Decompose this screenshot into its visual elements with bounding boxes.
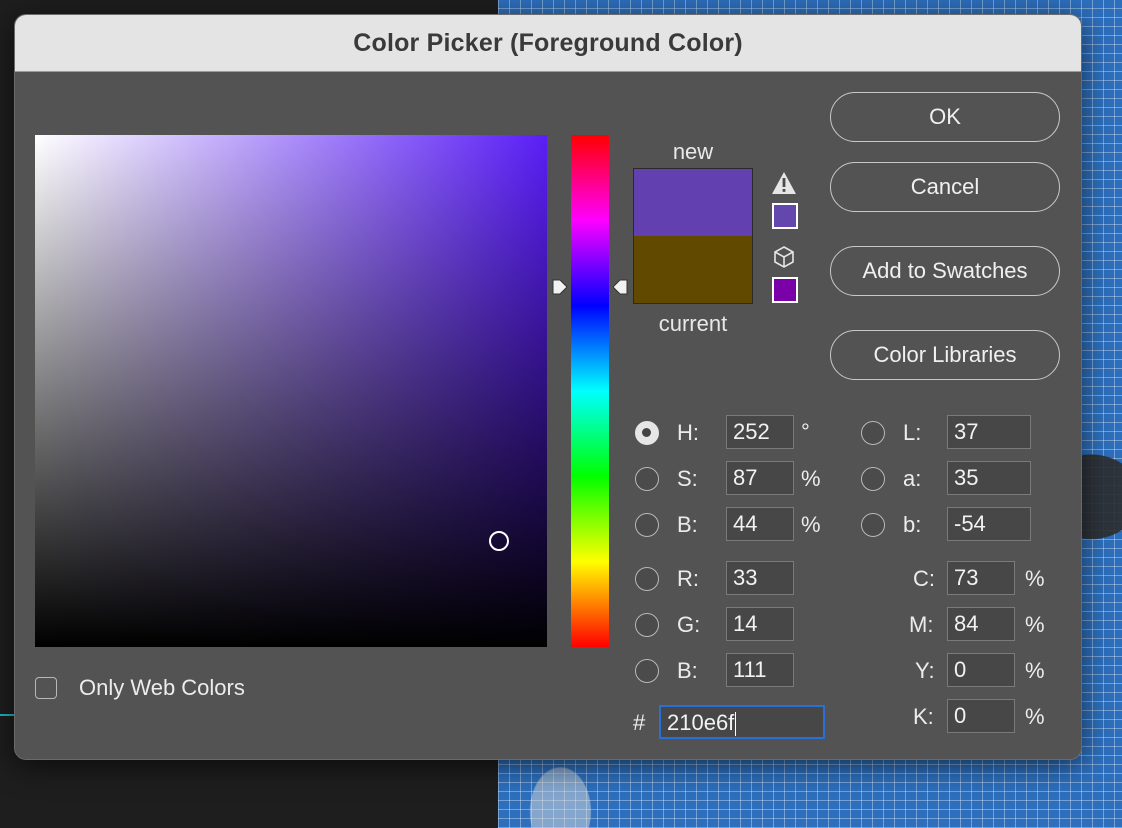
cyan-label: C: [913, 566, 935, 591]
new-color-swatch [633, 168, 753, 236]
blue-input[interactable]: 111 [726, 653, 794, 687]
black-input[interactable]: 0 [947, 699, 1015, 733]
lightness-input[interactable]: 37 [947, 415, 1031, 449]
gamut-correction-swatch[interactable] [772, 203, 798, 229]
add-to-swatches-button[interactable]: Add to Swatches [830, 246, 1060, 296]
ok-button[interactable]: OK [830, 92, 1060, 142]
hue-label: H: [677, 420, 699, 445]
radio-brightness[interactable] [635, 513, 659, 537]
only-web-colors-checkbox[interactable] [35, 677, 57, 699]
cyan-input[interactable]: 73 [947, 561, 1015, 595]
magenta-input[interactable]: 84 [947, 607, 1015, 641]
brightness-label: B: [677, 512, 698, 537]
hue-unit: ° [801, 419, 810, 444]
b-channel-input[interactable]: -54 [947, 507, 1031, 541]
blue-label: B: [677, 658, 698, 683]
radio-green[interactable] [635, 613, 659, 637]
a-channel-input[interactable]: 35 [947, 461, 1031, 495]
yellow-unit: % [1025, 658, 1045, 683]
radio-blue[interactable] [635, 659, 659, 683]
yellow-label: Y: [915, 658, 935, 683]
red-label: R: [677, 566, 699, 591]
hue-slider[interactable] [571, 135, 609, 647]
yellow-input[interactable]: 0 [947, 653, 1015, 687]
magenta-label: M: [909, 612, 934, 637]
web-safe-swatch[interactable] [772, 277, 798, 303]
color-field-marker[interactable] [489, 531, 509, 551]
hex-input[interactable]: 210e6f [659, 705, 825, 739]
current-color-label: current [658, 311, 728, 336]
lightness-label: L: [903, 420, 922, 445]
saturation-input[interactable]: 87 [726, 461, 794, 495]
brightness-input[interactable]: 44 [726, 507, 794, 541]
green-input[interactable]: 14 [726, 607, 794, 641]
current-color-swatch[interactable] [633, 236, 753, 304]
saturation-label: S: [677, 466, 698, 491]
hue-slider-left-arrow-icon[interactable] [551, 278, 569, 296]
red-input[interactable]: 33 [726, 561, 794, 595]
cancel-button[interactable]: Cancel [830, 162, 1060, 212]
radio-red[interactable] [635, 567, 659, 591]
radio-a-channel[interactable] [861, 467, 885, 491]
magenta-unit: % [1025, 612, 1045, 637]
saturation-brightness-field[interactable] [35, 135, 547, 647]
b-channel-label: b: [903, 512, 922, 537]
black-label: K: [913, 704, 934, 729]
radio-hue[interactable] [635, 421, 659, 445]
background-guide-line [0, 714, 14, 716]
hue-slider-right-arrow-icon[interactable] [611, 278, 629, 296]
color-picker-dialog: Color Picker (Foreground Color) new curr… [14, 14, 1082, 760]
green-label: G: [677, 612, 701, 637]
new-color-label: new [672, 139, 714, 164]
radio-lightness[interactable] [861, 421, 885, 445]
hue-input[interactable]: 252 [726, 415, 794, 449]
a-channel-label: a: [903, 466, 922, 491]
hex-prefix: # [633, 710, 646, 735]
title-bar[interactable]: Color Picker (Foreground Color) [15, 15, 1081, 72]
radio-saturation[interactable] [635, 467, 659, 491]
cyan-unit: % [1025, 566, 1045, 591]
dialog-title: Color Picker (Foreground Color) [353, 28, 743, 57]
brightness-unit: % [801, 512, 821, 537]
saturation-unit: % [801, 466, 821, 491]
black-unit: % [1025, 704, 1045, 729]
hex-value: 210e6f [667, 710, 735, 735]
color-libraries-button[interactable]: Color Libraries [830, 330, 1060, 380]
radio-b-channel[interactable] [861, 513, 885, 537]
only-web-colors-label[interactable]: Only Web Colors [79, 675, 245, 701]
text-caret [735, 712, 737, 737]
gamut-warning-icon[interactable] [771, 171, 797, 195]
web-safe-cube-icon[interactable] [772, 245, 796, 269]
